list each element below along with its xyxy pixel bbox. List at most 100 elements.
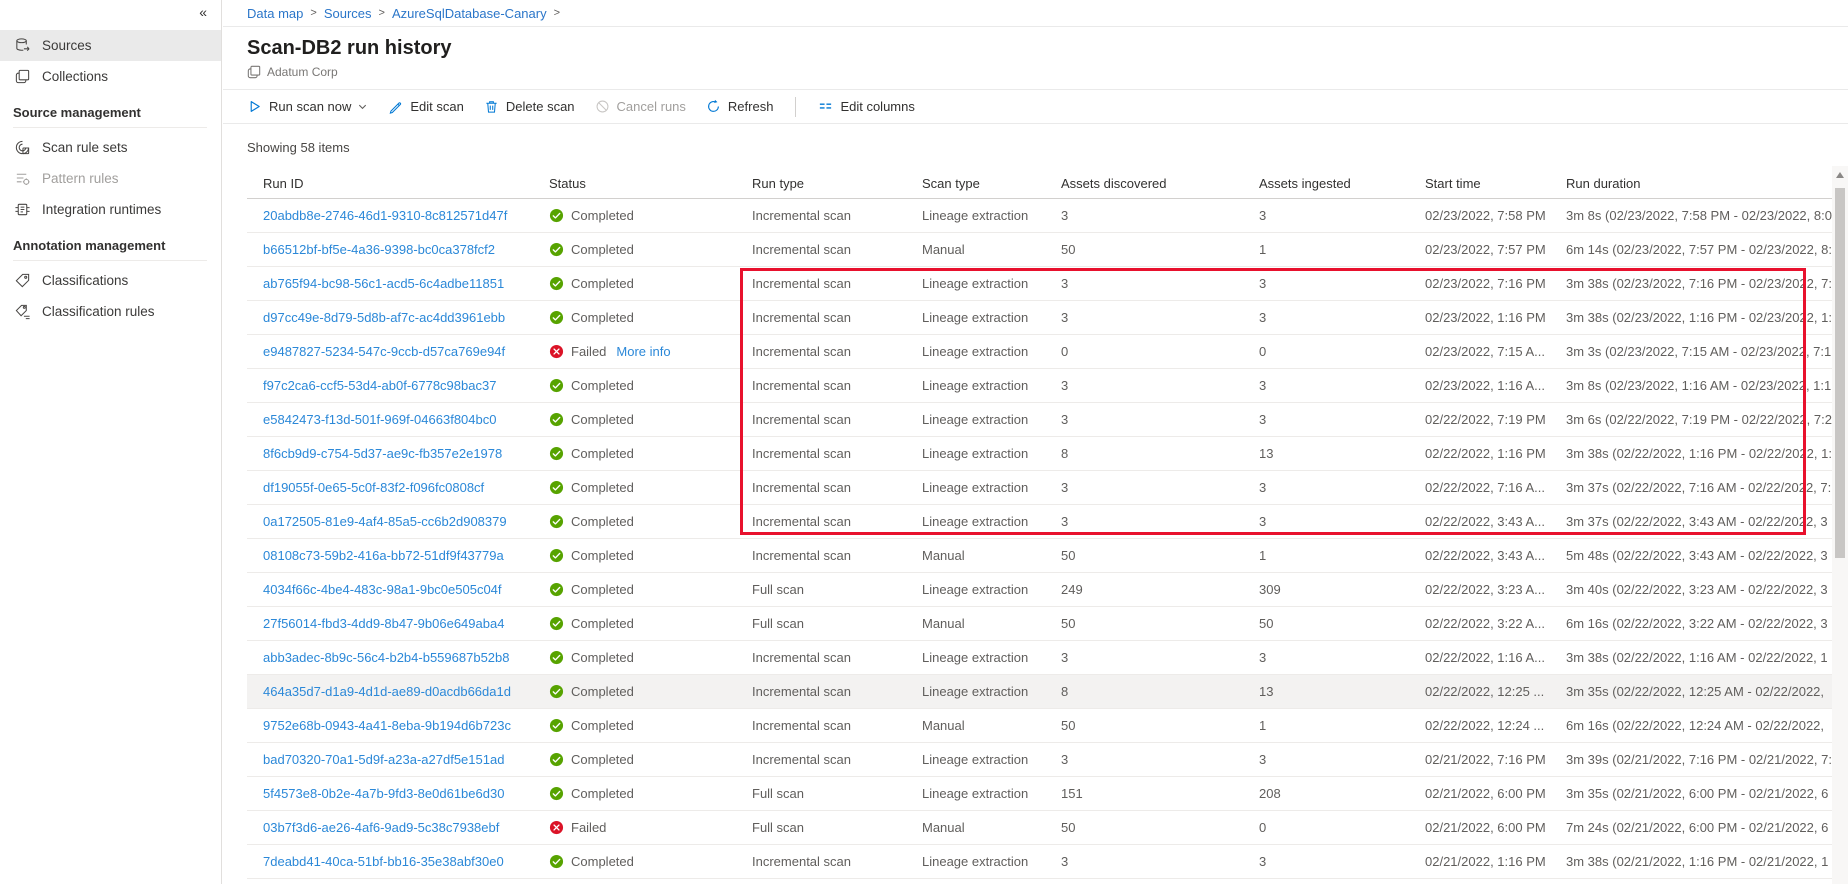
table-row[interactable]: b66512bf-bf5e-4a36-9398-bc0ca378fcf2 Comp… — [247, 233, 1832, 267]
status-cell: Failed More info — [533, 344, 736, 359]
column-header-scan-type[interactable]: Scan type — [906, 176, 1045, 191]
assets-discovered-cell: 3 — [1061, 310, 1069, 325]
run-id-link[interactable]: 7deabd41-40ca-51bf-bb16-35e38abf30e0 — [263, 854, 504, 869]
table-row[interactable]: bad70320-70a1-5d9f-a23a-a27df5e151ad Comp… — [247, 743, 1832, 777]
status-cell: Completed — [533, 446, 736, 461]
column-header-status[interactable]: Status — [533, 176, 736, 191]
run-id-link[interactable]: e5842473-f13d-501f-969f-04663f804bc0 — [263, 412, 496, 427]
column-header-start-time[interactable]: Start time — [1409, 176, 1550, 191]
table-row[interactable]: e5842473-f13d-501f-969f-04663f804bc0 Comp… — [247, 403, 1832, 437]
scroll-up-icon[interactable] — [1836, 172, 1844, 178]
table-row[interactable]: 5f4573e8-0b2e-4a7b-9fd3-8e0d61be6d30 Comp… — [247, 777, 1832, 811]
table-row[interactable]: e9487827-5234-547c-9ccb-d57ca769e94f Fail… — [247, 335, 1832, 369]
run-id-link[interactable]: e9487827-5234-547c-9ccb-d57ca769e94f — [263, 344, 505, 359]
sidebar-collapse-button[interactable]: « — [0, 0, 221, 26]
scan-type-cell: Manual — [922, 548, 965, 563]
run-id-cell: 20abdb8e-2746-46d1-9310-8c812571d47f — [247, 208, 533, 223]
run-duration-cell: 3m 40s (02/22/2022, 3:23 AM - 02/22/2022… — [1566, 582, 1828, 597]
edit-columns-label: Edit columns — [840, 99, 915, 114]
run-id-link[interactable]: 464a35d7-d1a9-4d1d-ae89-d0acdb66da1d — [263, 684, 511, 699]
run-id-link[interactable]: 8f6cb9d9-c754-5d37-ae9c-fb357e2e1978 — [263, 446, 502, 461]
completed-icon — [549, 208, 564, 223]
chevron-down-icon — [357, 101, 368, 112]
run-scan-now-button[interactable]: Run scan now — [237, 90, 378, 123]
run-id-cell: 27f56014-fbd3-4dd9-8b47-9b06e649aba4 — [247, 616, 533, 631]
run-id-link[interactable]: 08108c73-59b2-416a-bb72-51df9f43779a — [263, 548, 504, 563]
breadcrumb-item-data-map[interactable]: Data map — [247, 6, 303, 21]
assets-ingested-cell: 3 — [1259, 650, 1267, 665]
table-row[interactable]: 27f56014-fbd3-4dd9-8b47-9b06e649aba4 Comp… — [247, 607, 1832, 641]
column-header-run-duration[interactable]: Run duration — [1550, 176, 1832, 191]
sidebar-item-sources[interactable]: Sources — [0, 30, 221, 61]
table-row[interactable]: abb3adec-8b9c-56c4-b2b4-b559687b52b8 Comp… — [247, 641, 1832, 675]
breadcrumb-item-sources[interactable]: Sources — [324, 6, 372, 21]
run-duration-cell: 6m 14s (02/23/2022, 7:57 PM - 02/23/2022… — [1566, 242, 1832, 257]
run-id-link[interactable]: 27f56014-fbd3-4dd9-8b47-9b06e649aba4 — [263, 616, 504, 631]
sidebar-item-label: Classifications — [42, 273, 129, 288]
table-row[interactable]: 03b7f3d6-ae26-4af6-9ad9-5c38c7938ebf Fail… — [247, 811, 1832, 845]
table-row[interactable]: f97c2ca6-ccf5-53d4-ab0f-6778c98bac37 Comp… — [247, 369, 1832, 403]
run-id-link[interactable]: 9752e68b-0943-4a41-8eba-9b194d6b723c — [263, 718, 511, 733]
run-id-cell: d97cc49e-8d79-5d8b-af7c-ac4dd3961ebb — [247, 310, 533, 325]
completed-icon — [549, 752, 564, 767]
table-row[interactable]: 9752e68b-0943-4a41-8eba-9b194d6b723c Comp… — [247, 709, 1832, 743]
breadcrumb-item-azuresqldatabase-canary[interactable]: AzureSqlDatabase-Canary — [392, 6, 547, 21]
delete-scan-button[interactable]: Delete scan — [474, 90, 585, 123]
refresh-button[interactable]: Refresh — [696, 90, 784, 123]
table-row[interactable]: 0a172505-81e9-4af4-85a5-cc6b2d908379 Comp… — [247, 505, 1832, 539]
column-header-assets-ingested[interactable]: Assets ingested — [1243, 176, 1409, 191]
scrollbar-thumb[interactable] — [1835, 188, 1845, 558]
column-header-run-type[interactable]: Run type — [736, 176, 906, 191]
assets-ingested-cell: 3 — [1259, 208, 1267, 223]
run-id-link[interactable]: bad70320-70a1-5d9f-a23a-a27df5e151ad — [263, 752, 504, 767]
table-row[interactable]: 464a35d7-d1a9-4d1d-ae89-d0acdb66da1d Comp… — [247, 675, 1832, 709]
table-row[interactable]: 08108c73-59b2-416a-bb72-51df9f43779a Comp… — [247, 539, 1832, 573]
edit-columns-button[interactable]: Edit columns — [808, 90, 924, 123]
sidebar-item-classification-rules[interactable]: Classification rules — [0, 296, 221, 327]
column-header-run-id[interactable]: Run ID — [247, 176, 533, 191]
status-cell: Failed — [533, 820, 736, 835]
sidebar-item-label: Scan rule sets — [42, 140, 128, 155]
run-id-link[interactable]: 4034f66c-4be4-483c-98a1-9bc0e505c04f — [263, 582, 502, 597]
start-time-cell: 02/21/2022, 7:16 PM — [1425, 752, 1546, 767]
edit-scan-button[interactable]: Edit scan — [378, 90, 473, 123]
run-type-cell: Incremental scan — [752, 752, 851, 767]
run-id-link[interactable]: 0a172505-81e9-4af4-85a5-cc6b2d908379 — [263, 514, 507, 529]
table-row[interactable]: 7deabd41-40ca-51bf-bb16-35e38abf30e0 Comp… — [247, 845, 1832, 879]
sidebar-item-collections[interactable]: Collections — [0, 61, 221, 92]
sidebar-item-integration-runtimes[interactable]: Integration runtimes — [0, 194, 221, 225]
run-type-cell: Full scan — [752, 820, 805, 835]
table-row[interactable]: 20abdb8e-2746-46d1-9310-8c812571d47f Comp… — [247, 199, 1832, 233]
failed-icon — [549, 820, 564, 835]
breadcrumb-separator: > — [378, 7, 385, 19]
sidebar-item-classifications[interactable]: Classifications — [0, 265, 221, 296]
play-icon — [247, 99, 262, 114]
table-row[interactable]: 8f6cb9d9-c754-5d37-ae9c-fb357e2e1978 Comp… — [247, 437, 1832, 471]
run-id-link[interactable]: 03b7f3d6-ae26-4af6-9ad9-5c38c7938ebf — [263, 820, 499, 835]
start-time-cell: 02/22/2022, 7:19 PM — [1425, 412, 1546, 427]
start-time-cell: 02/23/2022, 7:58 PM — [1425, 208, 1546, 223]
toolbar-divider — [795, 96, 797, 117]
items-count: Showing 58 items — [247, 140, 350, 155]
run-id-link[interactable]: b66512bf-bf5e-4a36-9398-bc0ca378fcf2 — [263, 242, 495, 257]
run-id-link[interactable]: 5f4573e8-0b2e-4a7b-9fd3-8e0d61be6d30 — [263, 786, 504, 801]
table-row[interactable]: d97cc49e-8d79-5d8b-af7c-ac4dd3961ebb Comp… — [247, 301, 1832, 335]
table-row[interactable]: 1f4d99c7-0a79-5e83-a685-134ba8cc6744Comp… — [247, 879, 1832, 884]
run-id-link[interactable]: abb3adec-8b9c-56c4-b2b4-b559687b52b8 — [263, 650, 510, 665]
table-row[interactable]: ab765f94-bc98-56c1-acd5-6c4adbe11851 Comp… — [247, 267, 1832, 301]
table-row[interactable]: 4034f66c-4be4-483c-98a1-9bc0e505c04f Comp… — [247, 573, 1832, 607]
run-id-link[interactable]: f97c2ca6-ccf5-53d4-ab0f-6778c98bac37 — [263, 378, 496, 393]
run-id-link[interactable]: 20abdb8e-2746-46d1-9310-8c812571d47f — [263, 208, 507, 223]
run-duration-cell: 3m 38s (02/21/2022, 1:16 PM - 02/21/2022… — [1566, 854, 1829, 869]
run-type-cell: Incremental scan — [752, 310, 851, 325]
column-header-assets-discovered[interactable]: Assets discovered — [1045, 176, 1243, 191]
run-id-link[interactable]: df19055f-0e65-5c0f-83f2-f096fc0808cf — [263, 480, 484, 495]
sidebar-item-scan-rule-sets[interactable]: Scan rule sets — [0, 132, 221, 163]
assets-ingested-cell: 3 — [1259, 480, 1267, 495]
vertical-scrollbar[interactable] — [1832, 166, 1848, 884]
run-id-link[interactable]: d97cc49e-8d79-5d8b-af7c-ac4dd3961ebb — [263, 310, 505, 325]
more-info-link[interactable]: More info — [616, 344, 670, 359]
run-id-link[interactable]: ab765f94-bc98-56c1-acd5-6c4adbe11851 — [263, 276, 504, 291]
status-cell: Completed — [533, 752, 736, 767]
table-row[interactable]: df19055f-0e65-5c0f-83f2-f096fc0808cf Comp… — [247, 471, 1832, 505]
